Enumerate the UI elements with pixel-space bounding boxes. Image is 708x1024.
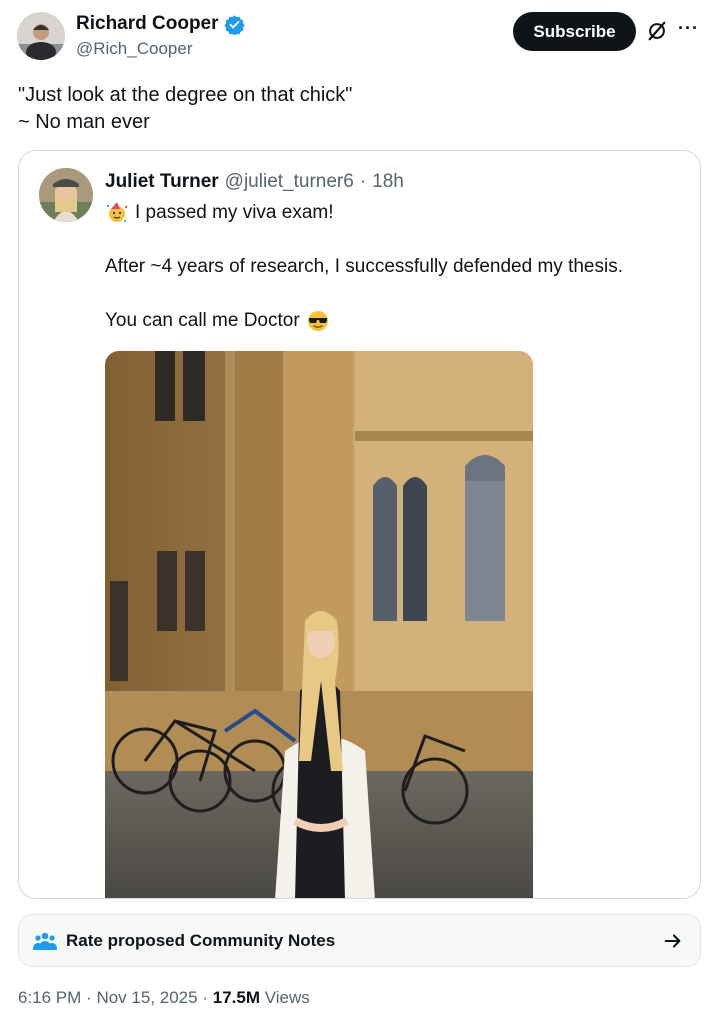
header-separator: ·	[359, 171, 367, 192]
arrow-right-icon[interactable]	[662, 930, 684, 952]
grok-icon[interactable]	[646, 20, 668, 42]
quoted-text-line-1: I passed my viva exam!	[105, 201, 334, 225]
tweet-time[interactable]: 6:16 PM	[18, 988, 81, 1007]
author-handle[interactable]: @Rich_Cooper	[76, 39, 192, 59]
views-label: Views	[264, 988, 310, 1007]
views-count: 17.5M	[212, 988, 260, 1007]
quoted-tweet-header: Juliet Turner @juliet_turner6 · 18h	[105, 171, 404, 193]
tweet-text: "Just look at the degree on that chick" …	[18, 82, 352, 136]
author-name[interactable]: Richard Cooper	[76, 13, 219, 35]
quoted-author-avatar[interactable]	[39, 168, 93, 222]
tweet-date[interactable]: Nov 15, 2025	[96, 988, 197, 1007]
quoted-author-name[interactable]: Juliet Turner	[105, 171, 219, 193]
meta-dot-1: ·	[86, 988, 92, 1007]
sunglasses-emoji	[307, 311, 328, 331]
quoted-text-line-3: You can call me Doctor	[105, 309, 330, 333]
quoted-tweet-time[interactable]: 18h	[372, 171, 404, 193]
more-icon[interactable]: ···	[678, 18, 699, 39]
people-icon	[33, 932, 57, 950]
quoted-tweet-photo[interactable]	[105, 351, 533, 898]
tweet-line-1: "Just look at the degree on that chick"	[18, 84, 353, 106]
party-face-emoji	[106, 202, 128, 223]
community-notes-label[interactable]: Rate proposed Community Notes	[66, 931, 335, 951]
community-notes-bar[interactable]: Rate proposed Community Notes	[18, 914, 701, 967]
verified-badge-icon	[223, 14, 245, 35]
quoted-text-doctor: You can call me Doctor	[105, 310, 300, 331]
tweet-meta: 6:16 PM · Nov 15, 2025 · 17.5M Views	[18, 988, 310, 1008]
subscribe-button[interactable]: Subscribe	[513, 12, 636, 51]
quoted-text-line-2: After ~4 years of research, I successful…	[105, 256, 623, 277]
author-name-row[interactable]: Richard Cooper	[76, 13, 245, 35]
meta-dot-2: ·	[202, 988, 208, 1007]
tweet-line-2: ~ No man ever	[18, 111, 150, 133]
quoted-author-handle[interactable]: @juliet_turner6	[225, 171, 354, 193]
quoted-tweet-card[interactable]: Juliet Turner @juliet_turner6 · 18h I pa…	[18, 150, 701, 899]
quoted-text-viva: I passed my viva exam!	[135, 202, 334, 223]
author-avatar[interactable]	[17, 12, 65, 60]
